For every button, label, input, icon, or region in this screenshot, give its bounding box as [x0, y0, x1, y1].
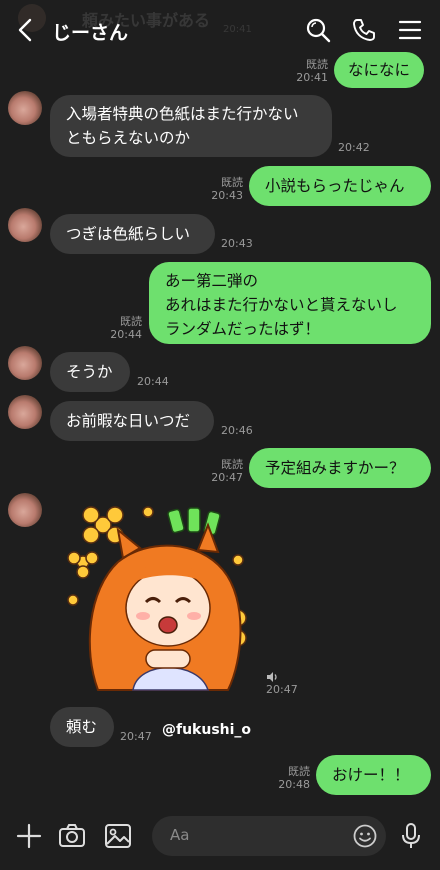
- plus-icon[interactable]: [15, 822, 43, 850]
- message-time: 20:47: [266, 683, 298, 696]
- chat-title[interactable]: じーさん: [52, 18, 128, 45]
- message-text: お前暇な日いつだ: [66, 412, 191, 430]
- incoming-bubble[interactable]: そうか: [50, 352, 130, 392]
- avatar[interactable]: [8, 395, 42, 429]
- message-line: ランダムだったはず！: [165, 320, 321, 338]
- incoming-bubble[interactable]: つぎは色紙らしい: [50, 214, 215, 254]
- message-time: 20:46: [221, 424, 253, 437]
- speaker-icon[interactable]: [266, 671, 280, 683]
- incoming-bubble[interactable]: 入場者特典の色紙はまた行かない ともらえないのか: [50, 95, 332, 157]
- message-text: そうか: [66, 363, 113, 381]
- message-text: 予定組みますかー？: [265, 459, 405, 477]
- outgoing-bubble[interactable]: なになに: [334, 52, 425, 88]
- message-text: なになに: [348, 61, 411, 79]
- ghost-time: 20:41: [223, 24, 252, 35]
- sticker-image[interactable]: [58, 500, 258, 700]
- outgoing-bubble[interactable]: 予定組みますかー？: [249, 448, 431, 488]
- avatar[interactable]: [8, 91, 42, 125]
- input-placeholder: Aa: [170, 826, 190, 844]
- avatar[interactable]: [8, 346, 42, 380]
- read-receipt: 既読: [306, 58, 328, 71]
- outgoing-bubble[interactable]: あー第二弾の あれはまた行かないと貰えないし ランダムだったはず！: [149, 262, 431, 344]
- read-receipt: 既読: [288, 765, 310, 778]
- image-icon[interactable]: [104, 822, 132, 850]
- menu-icon[interactable]: [397, 17, 423, 43]
- watermark-text: @fukushi_o: [162, 722, 252, 738]
- read-receipt: 既読: [221, 176, 243, 189]
- message-time: 20:44: [110, 328, 142, 341]
- input-bar: Aa: [0, 802, 440, 870]
- avatar[interactable]: [8, 208, 42, 242]
- message-time: 20:48: [278, 778, 310, 791]
- mic-icon[interactable]: [397, 822, 425, 850]
- message-text: 頼む: [66, 718, 98, 736]
- back-icon[interactable]: [14, 16, 36, 44]
- chat-header: 頼みたい事がある 20:41 じーさん: [0, 0, 440, 60]
- phone-icon[interactable]: [351, 17, 377, 43]
- message-time: 20:42: [338, 141, 370, 154]
- message-time: 20:41: [296, 71, 328, 84]
- message-time: 20:47: [211, 471, 243, 484]
- message-text: 小説もらったじゃん: [265, 177, 405, 195]
- read-receipt: 既読: [221, 458, 243, 471]
- message-input[interactable]: Aa: [152, 816, 386, 856]
- message-line: あれはまた行かないと貰えないし: [165, 296, 398, 314]
- emoji-icon[interactable]: [352, 823, 378, 849]
- message-text: つぎは色紙らしい: [66, 225, 191, 243]
- message-time: 20:44: [137, 375, 169, 388]
- search-icon[interactable]: [305, 17, 331, 43]
- message-line: あー第二弾の: [165, 272, 259, 290]
- avatar[interactable]: [8, 493, 42, 527]
- message-time: 20:43: [211, 189, 243, 202]
- message-line: 入場者特典の色紙はまた行かない: [66, 105, 299, 123]
- message-line: ともらえないのか: [66, 129, 191, 147]
- outgoing-bubble[interactable]: 小説もらったじゃん: [249, 166, 431, 206]
- incoming-bubble[interactable]: 頼む: [50, 707, 114, 747]
- read-receipt: 既読: [120, 315, 142, 328]
- message-time: 20:43: [221, 237, 253, 250]
- message-time: 20:47: [120, 730, 152, 743]
- incoming-bubble[interactable]: お前暇な日いつだ: [50, 401, 214, 441]
- camera-icon[interactable]: [58, 822, 86, 850]
- outgoing-bubble[interactable]: おけー！！: [316, 755, 431, 795]
- message-text: おけー！！: [332, 766, 410, 784]
